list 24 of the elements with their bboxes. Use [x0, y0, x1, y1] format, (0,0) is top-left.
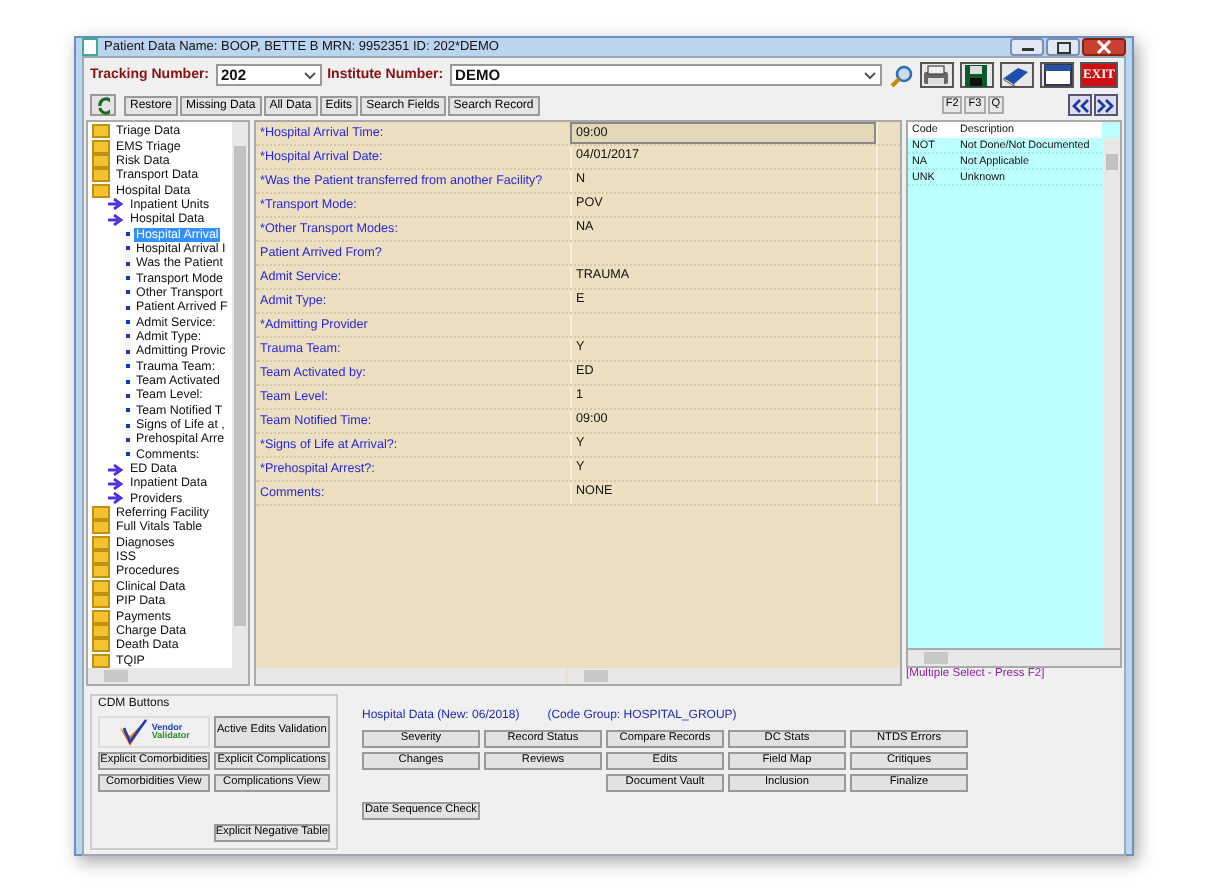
- maximize-button[interactable]: [1046, 38, 1080, 56]
- horizontal-scrollbar[interactable]: [568, 668, 900, 684]
- book-button[interactable]: [999, 62, 1034, 88]
- caret-icon: [864, 71, 877, 79]
- minimize-icon: [1019, 42, 1035, 52]
- close-icon: [1096, 40, 1112, 54]
- next-button[interactable]: [1094, 94, 1118, 116]
- maximize-icon: [1055, 41, 1071, 53]
- app-icon: [82, 38, 98, 56]
- caret-icon: [303, 71, 316, 79]
- horizontal-scrollbar[interactable]: [88, 668, 248, 684]
- previous-button[interactable]: [1068, 94, 1092, 116]
- horizontal-scrollbar[interactable]: [256, 668, 566, 684]
- refresh-button[interactable]: [90, 94, 116, 116]
- horizontal-scrollbar[interactable]: [906, 650, 1122, 668]
- scrollbar[interactable]: [1104, 138, 1120, 648]
- window-button[interactable]: [1039, 62, 1075, 88]
- search-icon[interactable]: [890, 63, 914, 87]
- checkmark-icon: [117, 716, 150, 748]
- close-button[interactable]: [1082, 38, 1126, 56]
- scrollbar[interactable]: [232, 122, 248, 668]
- save-button[interactable]: [959, 62, 994, 88]
- minimize-button[interactable]: [1010, 38, 1044, 56]
- print-button[interactable]: [919, 62, 954, 88]
